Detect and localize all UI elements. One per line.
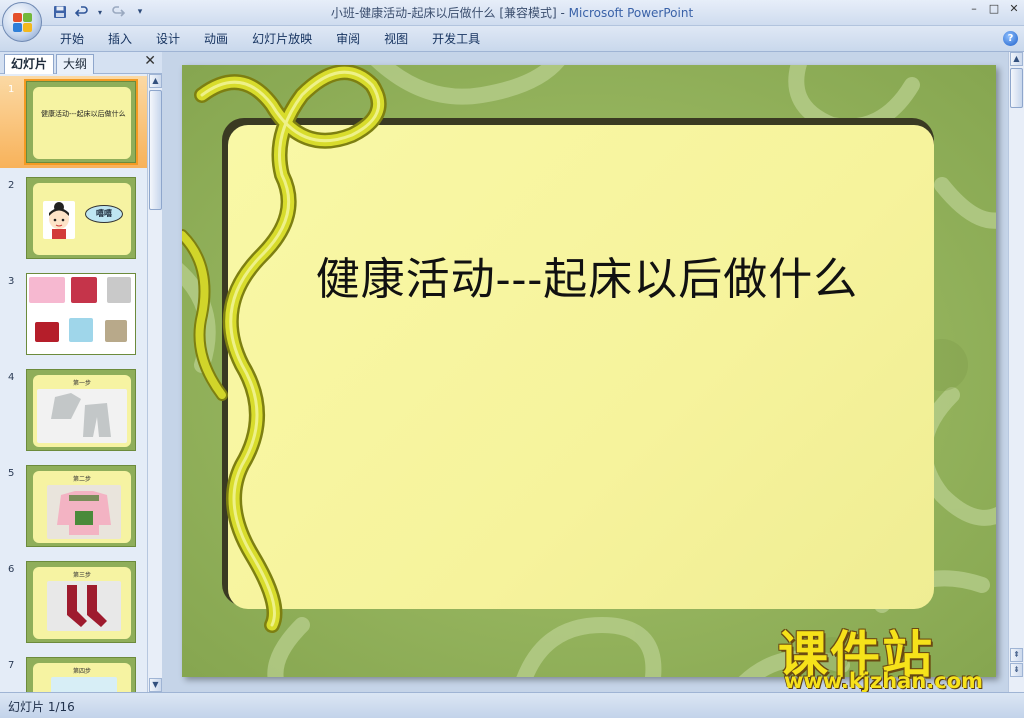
thumbnail-frame: 嘻嘻	[33, 183, 131, 255]
tab-outline[interactable]: 大纲	[56, 54, 95, 74]
thumbnail-frame: 健康活动---起床以后做什么	[33, 87, 131, 159]
thumbnail-caption: 第四步	[72, 668, 91, 675]
clothes-picture	[107, 277, 131, 303]
thumbnail-number: 3	[8, 276, 15, 287]
thumbnail-caption: 第二步	[72, 476, 91, 483]
scroll-up-icon[interactable]: ▲	[1010, 52, 1023, 66]
thumbnail-number: 7	[8, 660, 15, 671]
tab-slideshow[interactable]: 幻灯片放映	[240, 26, 324, 52]
thumbnail-frame: 第一步	[33, 375, 131, 447]
app-name: Microsoft PowerPoint	[568, 6, 694, 20]
thumbnail-frame: 第四步	[33, 663, 131, 692]
thumbnail-caption: 第一步	[72, 380, 91, 387]
clothes-picture	[69, 318, 93, 342]
thumbnail-preview: 第四步	[26, 657, 136, 692]
close-button[interactable]: ✕	[1008, 2, 1020, 15]
slide-thumbnail-5[interactable]: 5 第二步	[0, 460, 147, 552]
slides-pane: 幻灯片 大纲 ✕ 1 健康活动---起床以后做什么 2 嘻嘻 3 4 第一步 5…	[0, 52, 162, 692]
document-title: 小班-健康活动-起床以后做什么 [兼容模式]	[330, 6, 557, 20]
scroll-down-icon[interactable]: ▼	[149, 678, 162, 692]
ribbon: 开始 插入 设计 动画 幻灯片放映 审阅 视图 开发工具 ?	[0, 26, 1024, 52]
minimize-button[interactable]: –	[968, 2, 980, 15]
tab-view[interactable]: 视图	[372, 26, 420, 52]
tab-review[interactable]: 审阅	[324, 26, 372, 52]
window-controls: – □ ✕	[968, 2, 1020, 15]
scroll-up-icon[interactable]: ▲	[149, 74, 162, 88]
tab-design[interactable]: 设计	[144, 26, 192, 52]
thumbnail-number: 5	[8, 468, 15, 479]
slide-thumbnail-7[interactable]: 7 第四步	[0, 652, 147, 692]
thumbnail-number: 2	[8, 180, 15, 191]
slide-thumbnail-3[interactable]: 3	[0, 268, 147, 360]
clothes-picture	[105, 320, 127, 342]
thumbnail-caption: 第三步	[72, 572, 91, 579]
close-pane-icon[interactable]: ✕	[144, 53, 156, 69]
title-separator: -	[556, 6, 569, 20]
speech-bubble: 嘻嘻	[85, 205, 123, 223]
maximize-button[interactable]: □	[988, 2, 1000, 15]
thumbnail-scrollbar[interactable]: ▲ ▼	[147, 74, 162, 692]
slide-thumbnail-1[interactable]: 1 健康活动---起床以后做什么	[0, 76, 147, 168]
thumbnail-number: 4	[8, 372, 15, 383]
clothes-picture	[51, 677, 117, 692]
slide-thumbnail-6[interactable]: 6 第三步	[0, 556, 147, 648]
tab-developer[interactable]: 开发工具	[420, 26, 492, 52]
pane-tabs: 幻灯片 大纲 ✕	[0, 52, 162, 74]
clothes-picture	[29, 277, 65, 303]
thumbnail-preview: 第三步	[26, 561, 136, 643]
thumbnail-title: 健康活动---起床以后做什么	[41, 110, 126, 118]
office-logo-icon	[13, 13, 33, 33]
title-bar: ▾ ▾ 小班-健康活动-起床以后做什么 [兼容模式] - Microsoft P…	[0, 0, 1024, 26]
previous-slide-icon[interactable]: ⇞	[1010, 648, 1023, 662]
slide-thumbnail-2[interactable]: 2 嘻嘻	[0, 172, 147, 264]
socks-picture	[47, 581, 121, 631]
clothes-picture	[71, 277, 97, 303]
sweater-picture	[47, 485, 121, 539]
thumbnail-list: 1 健康活动---起床以后做什么 2 嘻嘻 3 4 第一步 5 第二步 6 第三…	[0, 74, 147, 692]
office-button[interactable]	[2, 2, 42, 42]
help-icon[interactable]: ?	[1003, 31, 1018, 46]
tab-home[interactable]: 开始	[48, 26, 96, 52]
editor-scrollbar[interactable]: ▲ ⇞ ⇟	[1008, 52, 1024, 692]
thumbnail-frame: 第二步	[33, 471, 131, 543]
thumbnail-frame: 第三步	[33, 567, 131, 639]
gold-ribbon-decoration	[182, 65, 387, 633]
status-bar: 幻灯片 1/16	[0, 692, 1024, 718]
ribbon-tabs: 开始 插入 设计 动画 幻灯片放映 审阅 视图 开发工具	[48, 26, 492, 52]
tab-insert[interactable]: 插入	[96, 26, 144, 52]
thumbnail-preview: 健康活动---起床以后做什么	[24, 79, 138, 165]
thumbnail-preview	[26, 273, 136, 355]
thumbnail-number: 6	[8, 564, 15, 575]
tab-slides[interactable]: 幻灯片	[4, 54, 55, 74]
thumbnail-preview: 嘻嘻	[26, 177, 136, 259]
scroll-thumb[interactable]	[149, 90, 162, 210]
slide-counter: 幻灯片 1/16	[8, 700, 75, 714]
window-title: 小班-健康活动-起床以后做什么 [兼容模式] - Microsoft Power…	[0, 0, 1024, 26]
slide-thumbnail-4[interactable]: 4 第一步	[0, 364, 147, 456]
slide-editor: 健康活动---起床以后做什么	[163, 52, 1008, 692]
tab-animations[interactable]: 动画	[192, 26, 240, 52]
thumbnail-preview: 第二步	[26, 465, 136, 547]
thumbnail-preview: 第一步	[26, 369, 136, 451]
next-slide-icon[interactable]: ⇟	[1010, 663, 1023, 677]
current-slide[interactable]: 健康活动---起床以后做什么	[182, 65, 996, 677]
girl-picture	[43, 201, 75, 239]
pajamas-picture	[37, 389, 127, 443]
thumbnail-number: 1	[8, 84, 15, 95]
scroll-thumb[interactable]	[1010, 68, 1023, 108]
shoes-picture	[35, 322, 59, 342]
